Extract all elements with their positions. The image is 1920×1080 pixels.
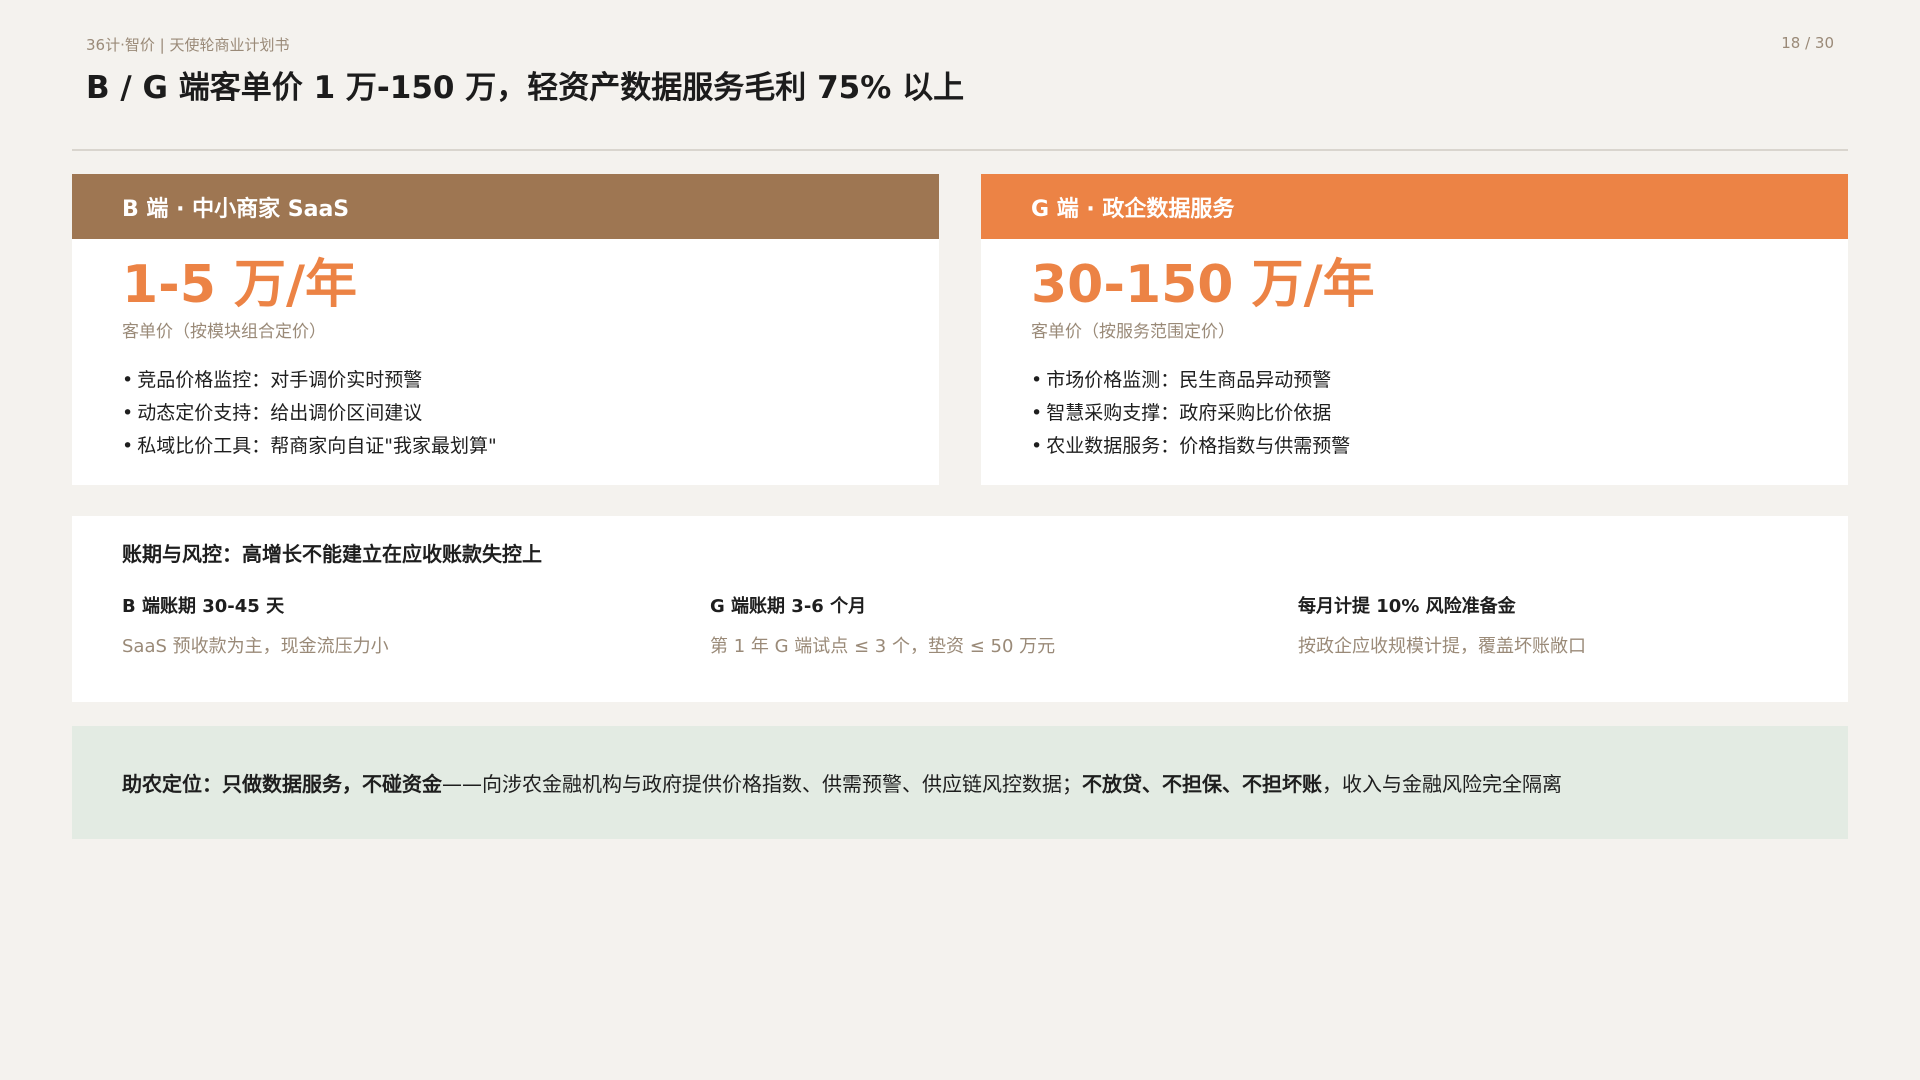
list-item-text: 私域比价工具：帮商家向自证"我家最划算" xyxy=(137,435,497,457)
list-item: • 智慧采购支撑：政府采购比价依据 xyxy=(1031,397,1848,430)
risk-column-g: G 端账期 3-6 个月 第 1 年 G 端试点 ≤ 3 个，垫资 ≤ 50 万… xyxy=(710,592,1270,658)
positioning-end-text: ，收入与金融风险完全隔离 xyxy=(1322,772,1562,796)
risk-column-desc: 第 1 年 G 端试点 ≤ 3 个，垫资 ≤ 50 万元 xyxy=(710,636,1056,657)
positioning-text: 助农定位：只做数据服务，不碰资金——向涉农金融机构与政府提供价格指数、供需预警、… xyxy=(122,768,1562,797)
list-item: • 动态定价支持：给出调价区间建议 xyxy=(122,397,939,430)
list-item-text: 动态定价支持：给出调价区间建议 xyxy=(137,402,423,424)
risk-column-desc: SaaS 预收款为主，现金流压力小 xyxy=(122,636,389,657)
bullet-icon: • xyxy=(122,369,134,391)
risk-column-b: B 端账期 30-45 天 SaaS 预收款为主，现金流压力小 xyxy=(122,592,682,658)
title-divider xyxy=(72,149,1848,151)
positioning-lead: 助农定位：只做数据服务，不碰资金 xyxy=(122,772,442,796)
price-value: 30-150 万/年 xyxy=(1031,255,1375,315)
positioning-mid-text: ——向涉农金融机构与政府提供价格指数、供需预警、供应链风控数据； xyxy=(442,772,1082,796)
positioning-emphasis: 不放贷、不担保、不担坏账 xyxy=(1082,772,1322,796)
price-value: 1-5 万/年 xyxy=(122,255,358,315)
card-body: 1-5 万/年 客单价（按模块组合定价） • 竞品价格监控：对手调价实时预警 • 动… xyxy=(72,255,939,463)
positioning-panel: 助农定位：只做数据服务，不碰资金——向涉农金融机构与政府提供价格指数、供需预警、… xyxy=(72,726,1848,839)
bullet-icon: • xyxy=(1031,369,1043,391)
bullet-icon: • xyxy=(122,435,134,457)
list-item-text: 市场价格监测：民生商品异动预警 xyxy=(1046,369,1332,391)
feature-list: • 市场价格监测：民生商品异动预警 • 智慧采购支撑：政府采购比价依据 • 农业数据服… xyxy=(1031,364,1848,463)
risk-column-title: 每月计提 10% 风险准备金 xyxy=(1298,596,1516,617)
price-note: 客单价（按模块组合定价） xyxy=(122,322,326,342)
card-body: 30-150 万/年 客单价（按服务范围定价） • 市场价格监测：民生商品异动预警… xyxy=(981,255,1848,463)
card-header: B 端 · 中小商家 SaaS xyxy=(72,174,939,239)
document-subtitle: 36计·智价 | 天使轮商业计划书 xyxy=(86,36,290,54)
list-item: • 竞品价格监控：对手调价实时预警 xyxy=(122,364,939,397)
b-side-card: B 端 · 中小商家 SaaS 1-5 万/年 客单价（按模块组合定价） • 竞品… xyxy=(72,174,939,485)
list-item: • 农业数据服务：价格指数与供需预警 xyxy=(1031,430,1848,463)
risk-title: 账期与风控：高增长不能建立在应收账款失控上 xyxy=(122,542,542,566)
risk-column-desc: 按政企应收规模计提，覆盖坏账敞口 xyxy=(1298,636,1586,657)
list-item-text: 智慧采购支撑：政府采购比价依据 xyxy=(1046,402,1332,424)
list-item: • 私域比价工具：帮商家向自证"我家最划算" xyxy=(122,430,939,463)
list-item-text: 竞品价格监控：对手调价实时预警 xyxy=(137,369,423,391)
price-note: 客单价（按服务范围定价） xyxy=(1031,322,1235,342)
card-header: G 端 · 政企数据服务 xyxy=(981,174,1848,239)
bullet-icon: • xyxy=(1031,435,1043,457)
g-side-card: G 端 · 政企数据服务 30-150 万/年 客单价（按服务范围定价） • 市场… xyxy=(981,174,1848,485)
list-item: • 市场价格监测：民生商品异动预警 xyxy=(1031,364,1848,397)
feature-list: • 竞品价格监控：对手调价实时预警 • 动态定价支持：给出调价区间建议 • 私域比价工… xyxy=(122,364,939,463)
bullet-icon: • xyxy=(1031,402,1043,424)
page-title: B / G 端客单价 1 万-150 万，轻资产数据服务毛利 75% 以上 xyxy=(86,70,965,106)
risk-column-reserve: 每月计提 10% 风险准备金 按政企应收规模计提，覆盖坏账敞口 xyxy=(1298,592,1858,658)
risk-control-panel: 账期与风控：高增长不能建立在应收账款失控上 B 端账期 30-45 天 SaaS… xyxy=(72,516,1848,702)
list-item-text: 农业数据服务：价格指数与供需预警 xyxy=(1046,435,1351,457)
bullet-icon: • xyxy=(122,402,134,424)
risk-column-title: G 端账期 3-6 个月 xyxy=(710,596,867,617)
risk-column-title: B 端账期 30-45 天 xyxy=(122,596,285,617)
page-number: 18 / 30 xyxy=(1781,34,1834,52)
